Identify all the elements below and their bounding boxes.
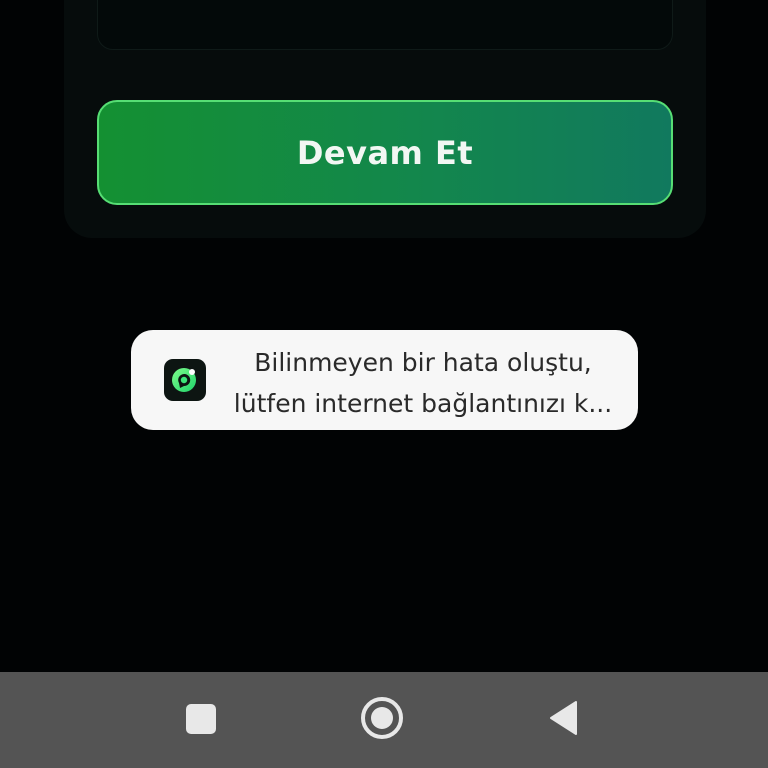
circle-icon bbox=[371, 707, 393, 729]
app-screen: Devam Et Bilinmeyen bir hata oluştu, lüt… bbox=[0, 0, 768, 768]
toast-message: Bilinmeyen bir hata oluştu, lütfen inter… bbox=[223, 342, 623, 424]
home-button[interactable] bbox=[361, 697, 403, 739]
toast-line-2: lütfen internet bağlantınızı k... bbox=[233, 389, 613, 418]
continue-button[interactable]: Devam Et bbox=[97, 100, 673, 205]
app-logo-icon bbox=[164, 359, 206, 401]
system-navigation-bar bbox=[0, 672, 768, 768]
triangle-back-icon bbox=[550, 701, 577, 735]
text-input[interactable] bbox=[97, 0, 673, 50]
error-toast: Bilinmeyen bir hata oluştu, lütfen inter… bbox=[131, 330, 638, 430]
back-button[interactable] bbox=[548, 700, 578, 736]
recent-apps-button[interactable] bbox=[186, 704, 216, 734]
toast-line-1: Bilinmeyen bir hata oluştu, bbox=[254, 348, 592, 377]
